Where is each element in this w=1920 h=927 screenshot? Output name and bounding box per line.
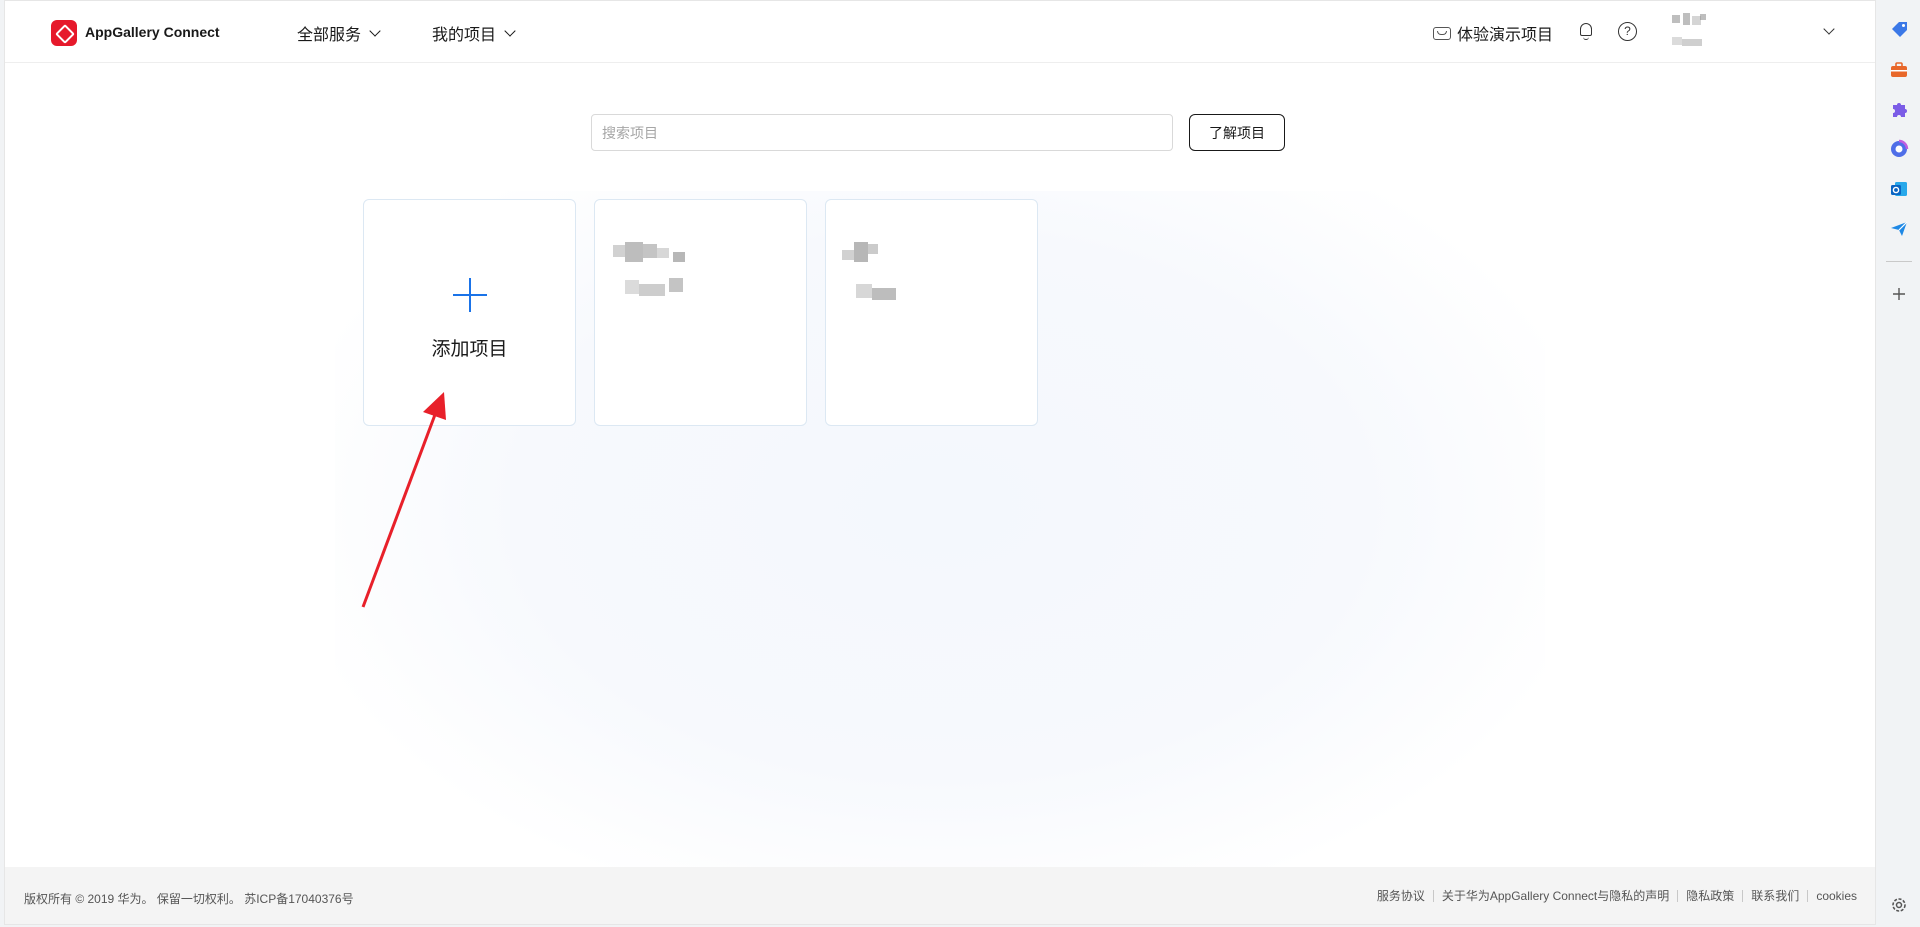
footer-link-terms[interactable]: 服务协议: [1369, 890, 1433, 902]
add-project-card[interactable]: 添加项目: [363, 199, 576, 426]
add-icon[interactable]: [1889, 284, 1909, 304]
account-chevron-down-icon[interactable]: [1823, 23, 1835, 35]
demo-project-label: 体验演示项目: [1457, 27, 1554, 44]
vr-glasses-icon: [1433, 26, 1451, 40]
nav-all-services[interactable]: 全部服务: [297, 21, 381, 45]
chevron-down-icon: [504, 24, 516, 37]
page: AppGallery Connect 全部服务 我的项目 体验演示项目 ? 搜索…: [4, 0, 1876, 925]
footer-copyright: 版权所有 © 2019 华为。 保留一切权利。 苏ICP备17040376号: [24, 892, 354, 906]
footer-link-privacy-statement[interactable]: 关于华为AppGallery Connect与隐私的声明: [1432, 890, 1677, 902]
learn-projects-button[interactable]: 了解项目: [1189, 114, 1285, 151]
outlook-icon[interactable]: [1889, 179, 1909, 199]
puzzle-icon[interactable]: [1889, 99, 1909, 119]
demo-project-link[interactable]: 体验演示项目: [1433, 21, 1553, 45]
account-avatar-blurred[interactable]: [1670, 13, 1720, 53]
footer: 版权所有 © 2019 华为。 保留一切权利。 苏ICP备17040376号 服…: [5, 867, 1875, 924]
top-bar: AppGallery Connect 全部服务 我的项目 体验演示项目 ?: [5, 1, 1875, 63]
bell-icon[interactable]: [1578, 22, 1594, 40]
footer-links: 服务协议 关于华为AppGallery Connect与隐私的声明 隐私政策 联…: [1369, 890, 1857, 902]
footer-link-cookies[interactable]: cookies: [1807, 890, 1857, 902]
nav-my-projects-label: 我的项目: [432, 27, 497, 44]
project-card[interactable]: [825, 199, 1038, 426]
footer-link-privacy-policy[interactable]: 隐私政策: [1677, 890, 1742, 902]
chevron-down-icon: [369, 24, 381, 37]
footer-link-contact[interactable]: 联系我们: [1742, 890, 1807, 902]
add-project-label: 添加项目: [431, 339, 508, 360]
nav-all-services-label: 全部服务: [297, 27, 362, 44]
send-icon[interactable]: [1889, 219, 1909, 239]
browser-sidebar: [1878, 0, 1920, 927]
help-icon[interactable]: ?: [1618, 22, 1637, 41]
appgallery-logo[interactable]: [51, 20, 77, 46]
project-card[interactable]: [594, 199, 807, 426]
tag-icon[interactable]: [1889, 20, 1909, 40]
plus-icon: [453, 278, 487, 312]
toolbox-icon[interactable]: [1889, 60, 1909, 80]
copilot-icon[interactable]: [1889, 139, 1909, 159]
page-scrollbar[interactable]: [1875, 63, 1876, 738]
search-projects-input[interactable]: [591, 114, 1173, 151]
settings-gear-icon[interactable]: [1889, 895, 1909, 915]
sidebar-divider: [1886, 261, 1912, 262]
nav-my-projects[interactable]: 我的项目: [432, 21, 516, 45]
brand-name[interactable]: AppGallery Connect: [85, 24, 220, 40]
